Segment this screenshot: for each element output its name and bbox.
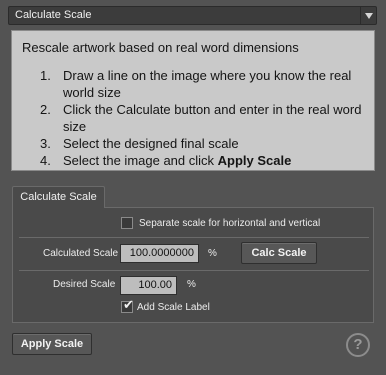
instruction-step-3: 3. Select the designed final scale xyxy=(40,136,239,151)
add-scale-label-checkbox[interactable]: ✔ xyxy=(121,297,134,313)
calculated-scale-unit: % xyxy=(208,248,217,259)
desired-scale-unit: % xyxy=(187,279,196,290)
instructions-box: Rescale artwork based on real word dimen… xyxy=(11,30,375,171)
add-scale-label-label: Add Scale Label xyxy=(137,302,210,313)
apply-scale-button[interactable]: Apply Scale xyxy=(12,333,92,355)
divider xyxy=(19,237,369,238)
dropdown-selected-label: Calculate Scale xyxy=(15,9,92,21)
instruction-step-1: 1. Draw a line on the image where you kn… xyxy=(40,68,352,100)
calculate-scale-panel: Separate scale for horizontal and vertic… xyxy=(12,207,374,323)
help-icon[interactable]: ? xyxy=(346,333,370,357)
checkmark-icon: ✔ xyxy=(123,297,134,312)
instruction-step-4: 4. Select the image and click Apply Scal… xyxy=(40,153,292,168)
divider xyxy=(19,270,369,271)
apply-scale-emphasis: Apply Scale xyxy=(217,153,292,168)
tab-calculate-scale[interactable]: Calculate Scale xyxy=(12,186,105,208)
instructions-intro: Rescale artwork based on real word dimen… xyxy=(22,40,299,55)
chevron-down-icon[interactable] xyxy=(360,7,376,24)
scale-mode-dropdown[interactable]: Calculate Scale xyxy=(8,6,377,25)
calculated-scale-field[interactable]: 100.0000000 xyxy=(120,244,199,263)
separate-scale-label: Separate scale for horizontal and vertic… xyxy=(139,218,321,229)
calculated-scale-label: Calculated Scale xyxy=(43,248,119,259)
calc-scale-button[interactable]: Calc Scale xyxy=(241,242,317,264)
desired-scale-field[interactable]: 100.00 xyxy=(120,276,177,295)
desired-scale-label: Desired Scale xyxy=(53,279,116,290)
instruction-step-2: 2. Click the Calculate button and enter … xyxy=(40,102,362,134)
instructions-steps: 1. Draw a line on the image where you kn… xyxy=(40,67,370,169)
separate-scale-checkbox[interactable] xyxy=(121,217,133,229)
